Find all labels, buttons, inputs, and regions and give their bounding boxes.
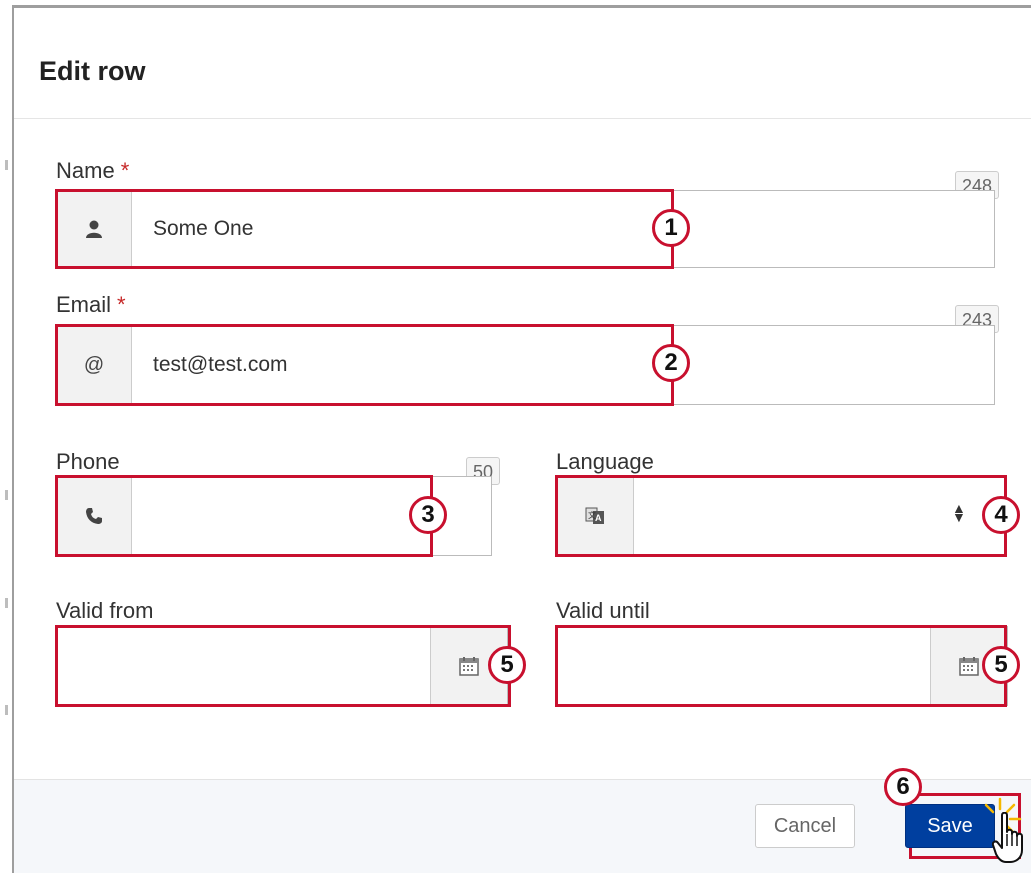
select-arrows-icon: ▲ ▼ (952, 500, 966, 525)
language-label: Language (556, 449, 654, 474)
callout-5: 5 (982, 646, 1020, 684)
callout-2: 2 (652, 344, 690, 382)
name-input[interactable]: Some One (56, 190, 995, 268)
callout-4: 4 (982, 496, 1020, 534)
name-label: Name * (56, 158, 129, 184)
email-label: Email * (56, 292, 126, 318)
edit-row-dialog: Edit row (12, 5, 1031, 873)
callout-1: 1 (652, 209, 690, 247)
required-mark: * (117, 292, 126, 317)
email-input[interactable]: @ test@test.com (56, 325, 995, 405)
hand-pointer-icon (992, 812, 1023, 863)
email-label-text: Email (56, 292, 112, 317)
callout-3: 3 (409, 496, 447, 534)
callout-5: 5 (488, 646, 526, 684)
valid-until-input[interactable] (556, 626, 1008, 706)
svg-text:A: A (595, 513, 602, 523)
dialog-header: Edit row (14, 8, 1031, 119)
valid-until-label: Valid until (556, 598, 650, 623)
dialog-title: Edit row (39, 56, 146, 86)
dialog-footer (14, 779, 1031, 873)
phone-label: Phone (56, 449, 120, 474)
background-page-edge (0, 0, 12, 875)
user-icon (57, 191, 132, 267)
required-mark: * (120, 158, 130, 183)
phone-icon (57, 477, 132, 555)
name-value: Some One (153, 217, 254, 240)
cancel-button[interactable]: Cancel (755, 804, 855, 848)
valid-from-label: Valid from (56, 598, 154, 623)
valid-from-input[interactable] (56, 626, 508, 706)
email-value: test@test.com (153, 353, 288, 376)
callout-6: 6 (884, 768, 922, 806)
translate-icon: 文A (557, 477, 634, 555)
at-sign-icon: @ (57, 326, 132, 404)
language-select[interactable]: 文A ▲ ▼ (556, 476, 1006, 556)
name-label-text: Name (56, 158, 115, 183)
